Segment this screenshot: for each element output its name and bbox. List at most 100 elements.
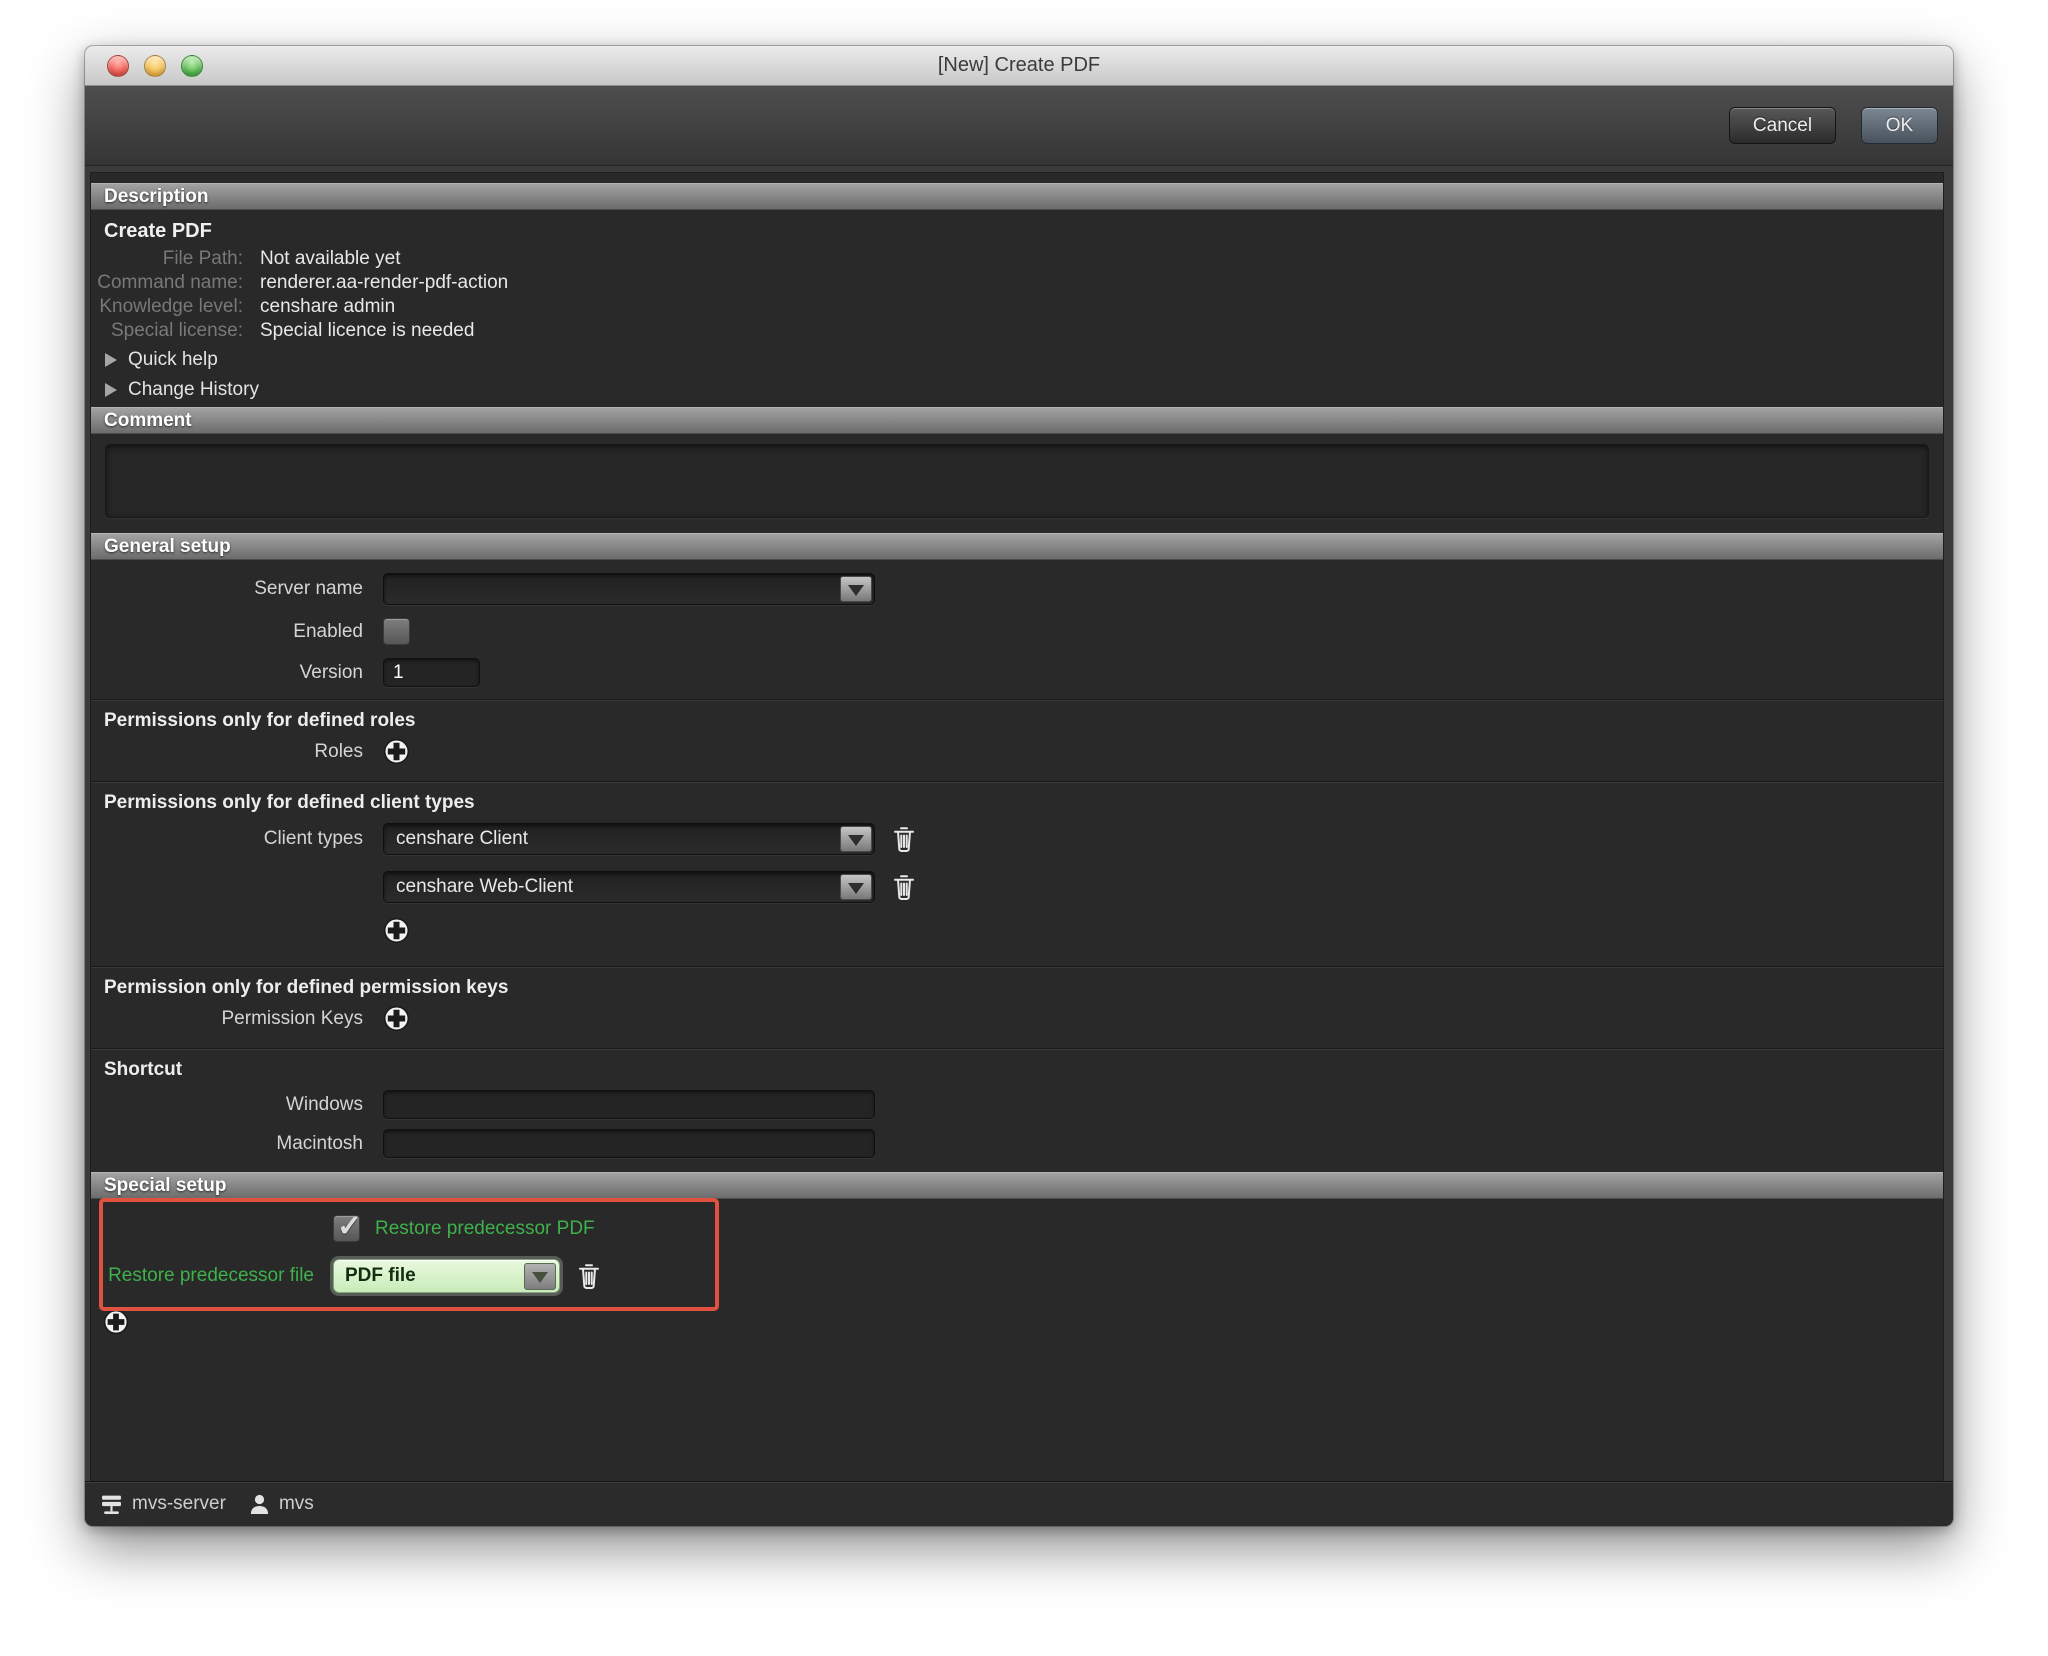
enabled-row: Enabled [91,618,1943,645]
add-client-type-button[interactable] [383,917,410,944]
roles-row: Roles [91,738,1943,769]
shortcut-windows-row: Windows [91,1090,1943,1119]
chevron-down-icon[interactable] [840,826,872,852]
trash-icon [892,873,916,901]
server-name-select[interactable] [383,573,875,605]
macintosh-label: Macintosh [91,1133,363,1155]
title-bar: [New] Create PDF [85,46,1953,86]
windows-label: Windows [91,1094,363,1116]
server-name-row: Server name [91,573,1943,605]
description-row-special-license: Special license: Special licence is need… [91,319,1943,343]
user-name: mvs [279,1493,314,1515]
delete-restore-file-button[interactable] [577,1262,601,1290]
window-title: [New] Create PDF [938,54,1100,77]
special-setup-block: Restore predecessor PDF Restore predeces… [91,1199,1943,1341]
enabled-label: Enabled [91,621,363,643]
subsection-header-roles: Permissions only for defined roles [91,701,1943,732]
dialog-content: Description Create PDF File Path: Not av… [85,166,1953,1481]
quick-help-label: Quick help [128,349,218,371]
user-icon [250,1494,269,1515]
enabled-checkbox[interactable] [383,618,410,645]
minimize-window-icon[interactable] [144,55,166,77]
add-permission-key-button[interactable] [383,1005,410,1032]
restore-predecessor-file-row: Restore predecessor file PDF file [91,1259,1943,1293]
comment-textarea[interactable] [105,444,1929,518]
server-name: mvs-server [132,1493,226,1515]
section-header-comment: Comment [91,407,1943,434]
special-license-label: Special license: [91,319,243,343]
file-path-value: Not available yet [260,247,400,271]
restore-predecessor-file-label: Restore predecessor file [91,1265,314,1287]
close-window-icon[interactable] [107,55,129,77]
action-title: Create PDF [91,218,1943,247]
client-type-value-2: censhare Web-Client [396,876,573,898]
section-header-special-setup: Special setup [91,1172,1943,1199]
section-header-general-setup: General setup [91,533,1943,560]
traffic-lights [107,55,203,77]
chevron-down-icon[interactable] [840,576,872,602]
change-history-disclosure[interactable]: Change History [91,376,1943,403]
client-types-label: Client types [91,828,363,850]
client-type-value-1: censhare Client [396,828,528,850]
restore-predecessor-file-value: PDF file [345,1265,416,1287]
zoom-window-icon[interactable] [181,55,203,77]
client-type-select-2[interactable]: censhare Web-Client [383,871,875,903]
client-type-row: Client types censhare Client [91,823,1943,855]
empty-area [91,1341,1943,1481]
roles-label: Roles [91,741,363,763]
version-row: Version 1 [91,658,1943,687]
knowledge-level-label: Knowledge level: [91,295,243,319]
client-type-select-1[interactable]: censhare Client [383,823,875,855]
command-name-label: Command name: [91,271,243,295]
trash-icon [577,1262,601,1290]
chevron-down-icon[interactable] [840,874,872,900]
chevron-down-icon[interactable] [524,1263,556,1290]
server-name-label: Server name [91,578,363,600]
user-status-item: mvs [250,1493,314,1515]
form-panel: Description Create PDF File Path: Not av… [90,172,1944,1481]
plus-icon [383,917,410,944]
restore-predecessor-file-select[interactable]: PDF file [333,1259,560,1293]
knowledge-level-value: censhare admin [260,295,395,319]
cancel-button[interactable]: Cancel [1729,107,1836,144]
version-input[interactable]: 1 [383,658,480,687]
plus-icon [383,738,410,765]
plus-icon [103,1309,129,1335]
status-bar: mvs-server mvs [85,1481,1953,1526]
subsection-header-shortcut: Shortcut [91,1050,1943,1081]
shortcut-macintosh-row: Macintosh [91,1129,1943,1158]
permission-keys-row: Permission Keys [91,1005,1943,1036]
dialog-toolbar: Cancel OK [85,86,1953,166]
quick-help-disclosure[interactable]: Quick help [91,346,1943,373]
description-row-command-name: Command name: renderer.aa-render-pdf-act… [91,271,1943,295]
disclosure-triangle-icon [105,353,117,367]
add-role-button[interactable] [383,738,410,765]
change-history-label: Change History [128,379,259,401]
delete-client-type-button-2[interactable] [892,873,916,901]
trash-icon [892,825,916,853]
server-status-item: mvs-server [101,1493,226,1515]
permission-keys-label: Permission Keys [91,1008,363,1030]
section-header-description: Description [91,183,1943,210]
restore-predecessor-pdf-checkbox[interactable] [333,1215,360,1242]
subsection-header-permission-keys: Permission only for defined permission k… [91,968,1943,999]
subsection-header-client-types: Permissions only for defined client type… [91,783,1943,814]
client-type-row: censhare Web-Client [91,871,1943,903]
restore-predecessor-pdf-label: Restore predecessor PDF [375,1218,595,1240]
file-path-label: File Path: [91,247,243,271]
description-row-knowledge-level: Knowledge level: censhare admin [91,295,1943,319]
disclosure-triangle-icon [105,383,117,397]
dialog-window: [New] Create PDF Cancel OK Description C… [85,46,1953,1526]
version-label: Version [91,662,363,684]
macintosh-shortcut-input[interactable] [383,1129,875,1158]
special-license-value: Special licence is needed [260,319,474,343]
delete-client-type-button-1[interactable] [892,825,916,853]
description-block: Create PDF File Path: Not available yet … [91,210,1943,407]
server-icon [101,1494,122,1515]
ok-button[interactable]: OK [1861,107,1938,144]
plus-icon [383,1005,410,1032]
description-row-file-path: File Path: Not available yet [91,247,1943,271]
add-special-setup-button[interactable] [103,1309,129,1335]
restore-predecessor-pdf-row: Restore predecessor PDF [333,1215,1943,1242]
windows-shortcut-input[interactable] [383,1090,875,1119]
